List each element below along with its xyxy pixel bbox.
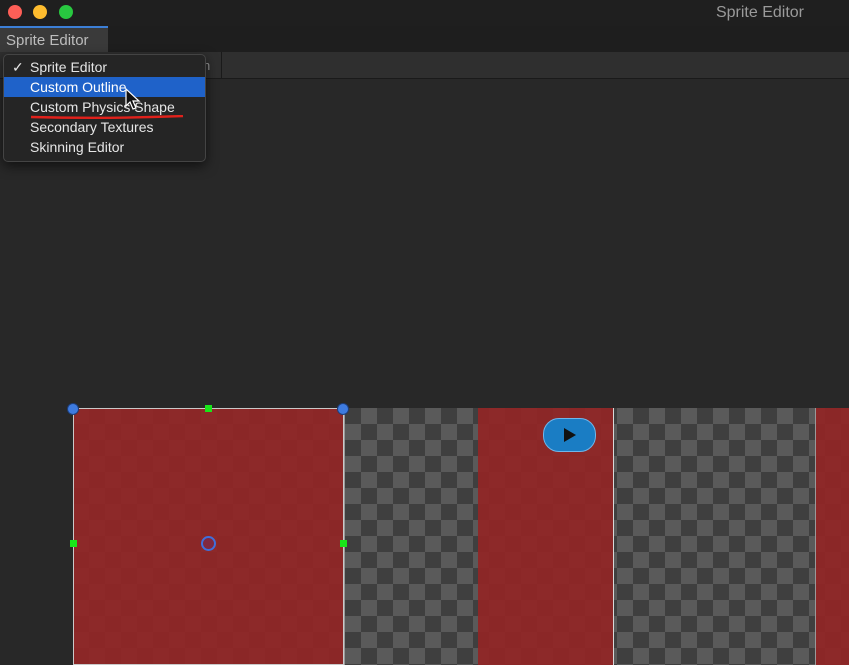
menu-item-sprite-editor[interactable]: ✓ Sprite Editor: [4, 57, 205, 77]
edge-handle-top[interactable]: [205, 405, 212, 412]
minimize-window-button[interactable]: [33, 5, 47, 19]
close-window-button[interactable]: [8, 5, 22, 19]
sprite-region[interactable]: [815, 408, 849, 665]
edge-handle-right[interactable]: [340, 540, 347, 547]
menu-item-custom-outline[interactable]: Custom Outline: [4, 77, 205, 97]
edge-handle-left[interactable]: [70, 540, 77, 547]
toolbar-divider: [221, 52, 222, 78]
sprite-boundary-line: [344, 408, 345, 665]
menu-item-skinning-editor[interactable]: Skinning Editor: [4, 137, 205, 157]
play-icon: [564, 428, 576, 442]
corner-handle-top-right[interactable]: [337, 403, 349, 415]
tab-label: Sprite Editor: [6, 32, 89, 49]
play-button[interactable]: [543, 418, 596, 452]
maximize-window-button[interactable]: [59, 5, 73, 19]
corner-handle-top-left[interactable]: [67, 403, 79, 415]
window-title: Sprite Editor: [715, 4, 804, 21]
sprite-boundary-line: [815, 408, 816, 665]
tab-sprite-editor[interactable]: Sprite Editor: [0, 26, 108, 52]
sprite-canvas[interactable]: [73, 408, 849, 665]
pointer-cursor-icon: [125, 88, 141, 110]
title-bar: Sprite Editor: [0, 0, 849, 26]
tab-bar: Sprite Editor: [0, 26, 849, 52]
editor-mode-dropdown-menu: ✓ Sprite Editor Custom Outline Custom Ph…: [3, 54, 206, 162]
menu-item-custom-physics-shape[interactable]: Custom Physics Shape: [4, 97, 205, 119]
pivot-handle[interactable]: [201, 536, 216, 551]
menu-item-secondary-textures[interactable]: Secondary Textures: [4, 117, 205, 137]
checkmark-icon: ✓: [12, 59, 24, 75]
